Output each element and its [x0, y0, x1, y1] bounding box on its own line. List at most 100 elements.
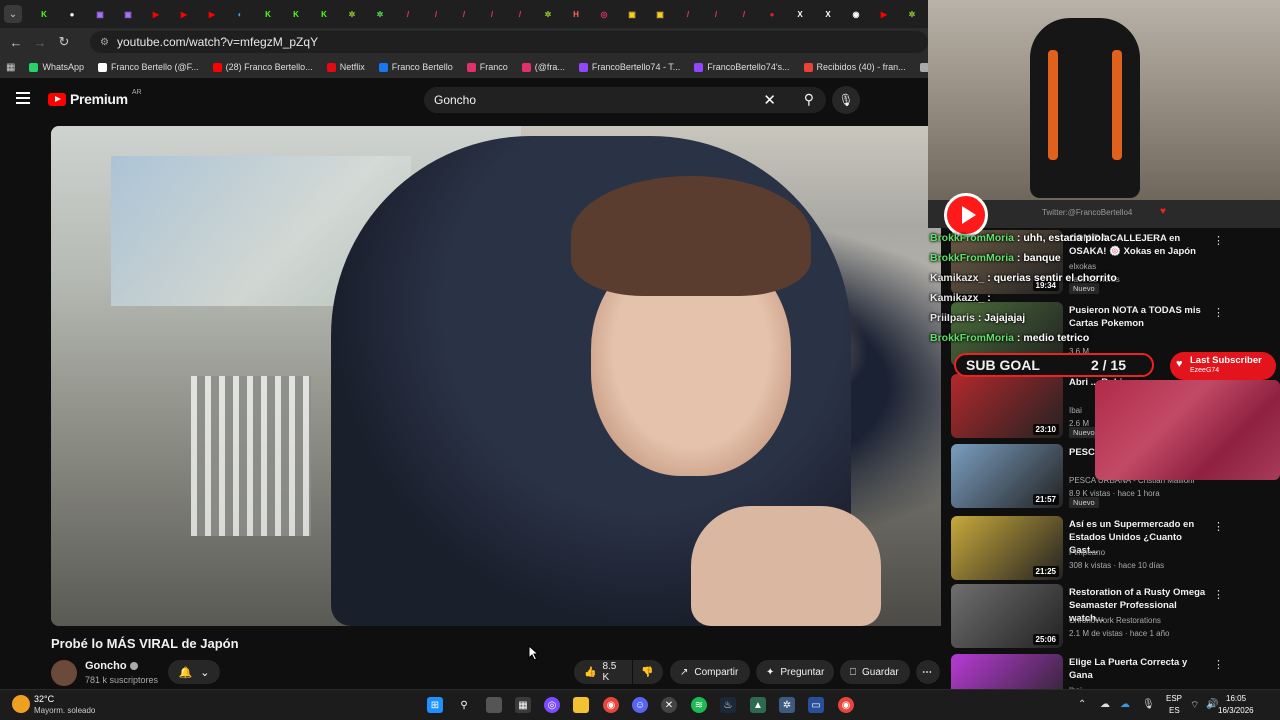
steam-icon[interactable]: ♨ [720, 697, 736, 713]
browser-tab[interactable]: K [282, 3, 310, 25]
input-language[interactable]: ESP [1166, 694, 1182, 703]
tray-chevron-up-icon[interactable]: ⌃ [1078, 699, 1086, 710]
forward-icon[interactable]: → [28, 35, 52, 50]
browser-tab[interactable]: ▶ [142, 3, 170, 25]
tray-mic-icon[interactable]: 🎙 [1142, 699, 1155, 710]
browser-tab[interactable]: ▣ [618, 3, 646, 25]
bookmark-item[interactable]: Franco Bertello [378, 62, 453, 72]
remote-desktop-icon[interactable]: ▭ [808, 697, 824, 713]
store-icon[interactable]: ▦ [515, 697, 531, 713]
channel-name[interactable]: Goncho [85, 660, 138, 672]
like-button[interactable]: 👍 8.5 K [574, 660, 632, 684]
task-view-icon[interactable] [486, 697, 502, 713]
browser-tab[interactable]: ● [758, 3, 786, 25]
weather-sun-icon[interactable] [12, 695, 30, 713]
browser-tab[interactable]: ✲ [338, 3, 366, 25]
vpn-icon[interactable]: ▲ [750, 697, 766, 713]
more-options-icon[interactable]: ⋮ [1213, 588, 1224, 601]
more-options-icon[interactable]: ⋮ [1213, 306, 1224, 319]
chrome-icon[interactable]: ◉ [603, 697, 619, 713]
video-player[interactable] [51, 126, 941, 626]
keyboard-layout[interactable]: ES [1169, 706, 1180, 715]
chrome-profile-icon[interactable]: ◉ [838, 697, 854, 713]
video-title[interactable]: Elige La Puerta Correcta y Gana [1069, 656, 1209, 682]
browser-tab[interactable]: ▶ [198, 3, 226, 25]
microphone-icon[interactable]: 🎙 [832, 86, 860, 114]
browser-tab[interactable]: ● [58, 3, 86, 25]
clear-search-icon[interactable]: ✕ [763, 91, 776, 109]
channel-name[interactable]: ChronoWork Restorations [1069, 616, 1161, 625]
bookmark-item[interactable]: outlook [919, 62, 928, 72]
dislike-button[interactable]: 👎 [633, 660, 663, 684]
browser-tab[interactable]: / [506, 3, 534, 25]
browser-tab[interactable]: ✲ [534, 3, 562, 25]
tab-search-chevron-icon[interactable]: ⌄ [4, 5, 22, 23]
file-explorer-icon[interactable] [573, 697, 589, 713]
weather-description[interactable]: Mayorm. soleado [34, 706, 95, 715]
start-icon[interactable]: ⊞ [427, 697, 443, 713]
browser-tab[interactable]: X [814, 3, 842, 25]
browser-tab[interactable]: / [450, 3, 478, 25]
reload-icon[interactable]: ↻ [52, 34, 76, 50]
notifications-button[interactable]: 🔔 ⌄ [168, 660, 220, 684]
browser-tab[interactable]: ▣ [86, 3, 114, 25]
clock-date[interactable]: 16/3/2026 [1218, 706, 1254, 715]
save-button[interactable]: ⎕ Guardar [840, 660, 910, 684]
back-icon[interactable]: ← [4, 35, 28, 50]
bookmark-item[interactable]: FrancoBertello74 - T... [578, 62, 680, 72]
bookmark-item[interactable]: Netflix [326, 62, 365, 72]
browser-tab[interactable]: / [730, 3, 758, 25]
browser-tab[interactable]: ◐ [226, 3, 254, 25]
more-actions-button[interactable]: ⋯ [916, 660, 940, 684]
browser-tab[interactable]: X [786, 3, 814, 25]
more-options-icon[interactable]: ⋮ [1213, 658, 1224, 671]
site-info-icon[interactable]: ⚙ [100, 37, 109, 48]
browser-tab[interactable]: / [478, 3, 506, 25]
recommended-video[interactable]: 25:06 Restoration of a Rusty Omega Seamas… [951, 584, 1271, 648]
bookmark-item[interactable]: Franco Bertello (@F... [97, 62, 199, 72]
channel-avatar[interactable] [51, 660, 77, 686]
browser-tab[interactable]: ▣ [114, 3, 142, 25]
bookmark-item[interactable]: (@fra... [521, 62, 565, 72]
browser-tab[interactable]: ▶ [870, 3, 898, 25]
video-thumbnail[interactable]: 21:25 [951, 516, 1063, 580]
bookmark-item[interactable]: FrancoBertello74's... [694, 62, 790, 72]
bookmark-item[interactable]: WhatsApp [29, 62, 84, 72]
spotify-icon[interactable]: ≋ [691, 697, 707, 713]
browser-tab[interactable]: / [394, 3, 422, 25]
bookmark-item[interactable]: Recibidos (40) - fran... [803, 62, 906, 72]
url-field[interactable]: ⚙ youtube.com/watch?v=mfegzM_pZqY [90, 31, 928, 53]
apps-grid-icon[interactable]: ▦ [6, 62, 15, 73]
network-app-icon[interactable]: ✲ [779, 697, 795, 713]
xbox-icon[interactable]: ✕ [661, 697, 677, 713]
browser-tab[interactable]: K [310, 3, 338, 25]
clock-time[interactable]: 16:05 [1226, 694, 1246, 703]
browser-tab[interactable]: ◉ [842, 3, 870, 25]
channel-name[interactable]: Pimpeano [1069, 548, 1105, 557]
tray-cloud-icon[interactable]: ☁ [1100, 699, 1110, 710]
copilot-icon[interactable]: ◎ [544, 697, 560, 713]
browser-tab[interactable]: ✲ [366, 3, 394, 25]
menu-icon[interactable] [16, 92, 30, 104]
browser-tab[interactable]: K [30, 3, 58, 25]
browser-tab[interactable]: / [422, 3, 450, 25]
video-thumbnail[interactable]: 25:06 [951, 584, 1063, 648]
search-icon[interactable]: ⚲ [804, 91, 814, 108]
browser-tab[interactable]: K [254, 3, 282, 25]
bookmark-item[interactable]: (28) Franco Bertello... [212, 62, 313, 72]
volume-icon[interactable]: 🔊 [1206, 699, 1218, 710]
discord-icon[interactable]: ☺ [632, 697, 648, 713]
browser-tab[interactable]: H [562, 3, 590, 25]
browser-tab[interactable]: ✲ [898, 3, 926, 25]
more-options-icon[interactable]: ⋮ [1213, 234, 1224, 247]
search-input[interactable]: Goncho ✕ ⚲ [424, 87, 826, 113]
browser-tab[interactable]: / [674, 3, 702, 25]
tray-onedrive-icon[interactable]: ☁ [1120, 699, 1130, 710]
share-button[interactable]: ↗ Compartir [670, 660, 750, 684]
bookmark-item[interactable]: Franco [466, 62, 508, 72]
browser-tab[interactable]: ◎ [590, 3, 618, 25]
channel-name[interactable]: Ibai [1069, 406, 1082, 415]
video-thumbnail[interactable]: 23:10 [951, 374, 1063, 438]
weather-temperature[interactable]: 32°C [34, 694, 54, 704]
wifi-icon[interactable]: ⌔ [1190, 699, 1199, 712]
